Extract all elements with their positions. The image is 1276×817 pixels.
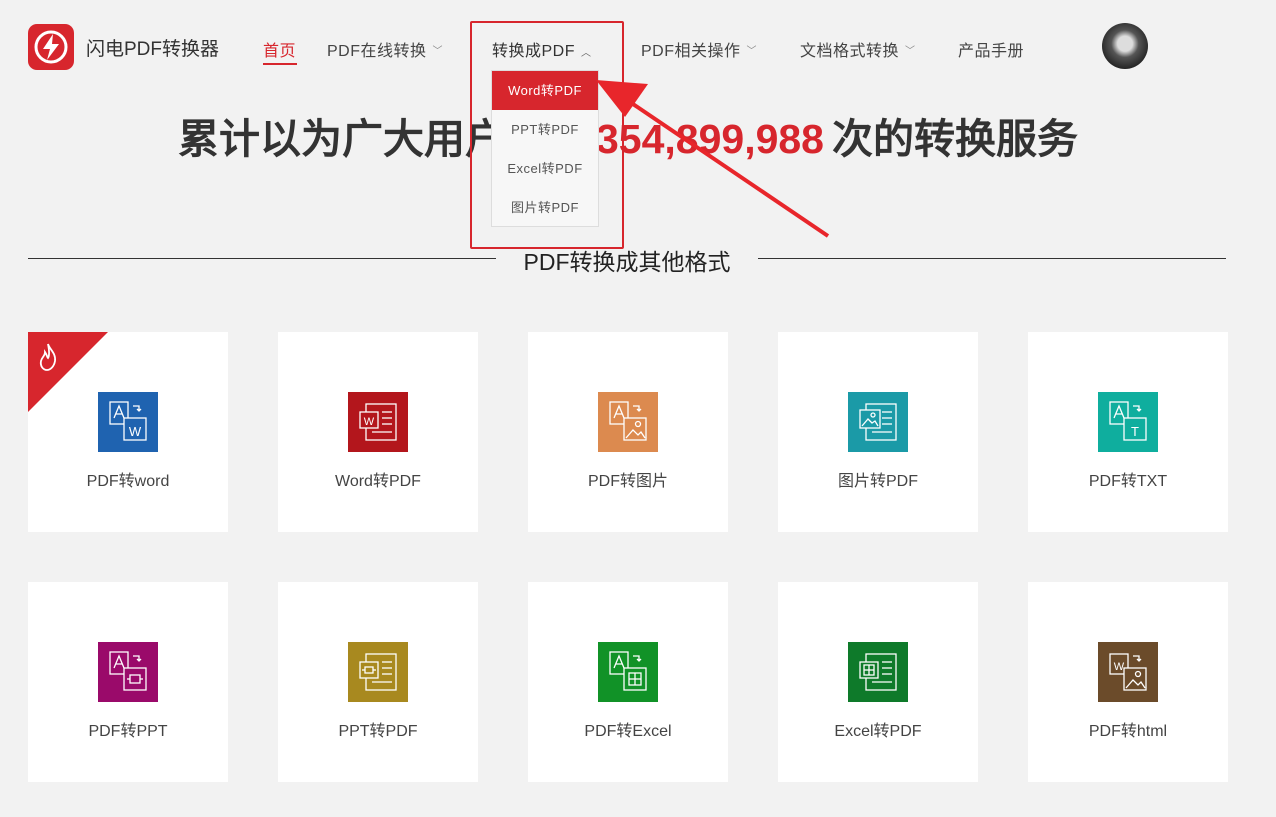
nav-pdf-ops[interactable]: PDF相关操作 ﹀ [641, 37, 757, 61]
tool-label: PDF转Excel [584, 723, 672, 740]
nav-online-label: PDF在线转换 [327, 43, 427, 60]
tool-label: PDF转html [1088, 723, 1168, 740]
svg-text:W: W [364, 416, 375, 428]
tool-card-ppt-to-pdf[interactable]: PPT转PDF [278, 582, 478, 782]
svg-text:W: W [129, 424, 142, 439]
tool-card-pdf-to-image[interactable]: PDF转图片 [528, 332, 728, 532]
highlight-box [470, 21, 624, 249]
tool-label: 图片转PDF [837, 473, 918, 490]
svg-text:T: T [1131, 424, 1139, 439]
divider-left [28, 258, 496, 259]
tool-card-pdf-to-txt[interactable]: T PDF转TXT [1028, 332, 1228, 532]
tool-card-pdf-to-word[interactable]: W PDF转word [28, 332, 228, 532]
tool-card-excel-to-pdf[interactable]: Excel转PDF [778, 582, 978, 782]
chevron-down-icon: ﹀ [432, 46, 444, 57]
excel-to-pdf-icon [848, 642, 908, 702]
hero-count: 354,899,988 [595, 116, 824, 162]
nav-doc-convert-label: 文档格式转换 [800, 43, 900, 60]
word-to-pdf-icon: W [348, 392, 408, 452]
tool-label: Excel转PDF [834, 723, 922, 740]
tool-label: PDF转TXT [1088, 473, 1168, 490]
nav-home-label: 首页 [263, 43, 297, 60]
tool-card-image-to-pdf[interactable]: 图片转PDF [778, 332, 978, 532]
tool-label: PDF转word [86, 473, 170, 490]
user-avatar[interactable] [1102, 23, 1148, 69]
pdf-to-txt-icon: T [1098, 392, 1158, 452]
tool-label: Word转PDF [335, 473, 421, 490]
tool-label: PDF转图片 [587, 473, 668, 490]
chevron-down-icon: ﹀ [905, 46, 916, 57]
tool-label: PPT转PDF [338, 723, 418, 740]
flame-icon [39, 343, 56, 371]
tool-card-word-to-pdf[interactable]: W Word转PDF [278, 332, 478, 532]
tool-card-pdf-to-html[interactable]: W PDF转html [1028, 582, 1228, 782]
chevron-down-icon: ﹀ [746, 46, 758, 57]
pdf-to-image-icon [598, 392, 658, 452]
nav-manual-label: 产品手册 [958, 43, 1025, 60]
nav-home[interactable]: 首页 [263, 37, 296, 61]
image-to-pdf-icon [848, 392, 908, 452]
hero-banner: 累计以为广大用户提供 354,899,988 次的转换服务 [0, 105, 1256, 165]
lightning-logo-icon [34, 30, 68, 64]
tool-card-pdf-to-ppt[interactable]: PDF转PPT [28, 582, 228, 782]
nav-doc-convert[interactable]: 文档格式转换 ﹀ [800, 37, 916, 61]
hero-suffix: 次的转换服务 [832, 116, 1078, 162]
ppt-to-pdf-icon [348, 642, 408, 702]
brand-name[interactable]: 闪电PDF转换器 [86, 34, 219, 61]
tool-card-pdf-to-excel[interactable]: PDF转Excel [528, 582, 728, 782]
pdf-to-ppt-icon [98, 642, 158, 702]
nav-active-underline [263, 63, 297, 65]
pdf-to-excel-icon [598, 642, 658, 702]
divider-right [758, 258, 1226, 259]
nav-pdf-ops-label: PDF相关操作 [641, 43, 741, 60]
nav-manual[interactable]: 产品手册 [958, 37, 1024, 61]
tool-label: PDF转PPT [88, 723, 168, 740]
nav-online-convert[interactable]: PDF在线转换 ﹀ [327, 37, 443, 61]
pdf-to-html-icon: W [1098, 642, 1158, 702]
pdf-to-word-icon: W [98, 392, 158, 452]
svg-text:W: W [1114, 661, 1125, 673]
logo[interactable] [28, 24, 74, 70]
